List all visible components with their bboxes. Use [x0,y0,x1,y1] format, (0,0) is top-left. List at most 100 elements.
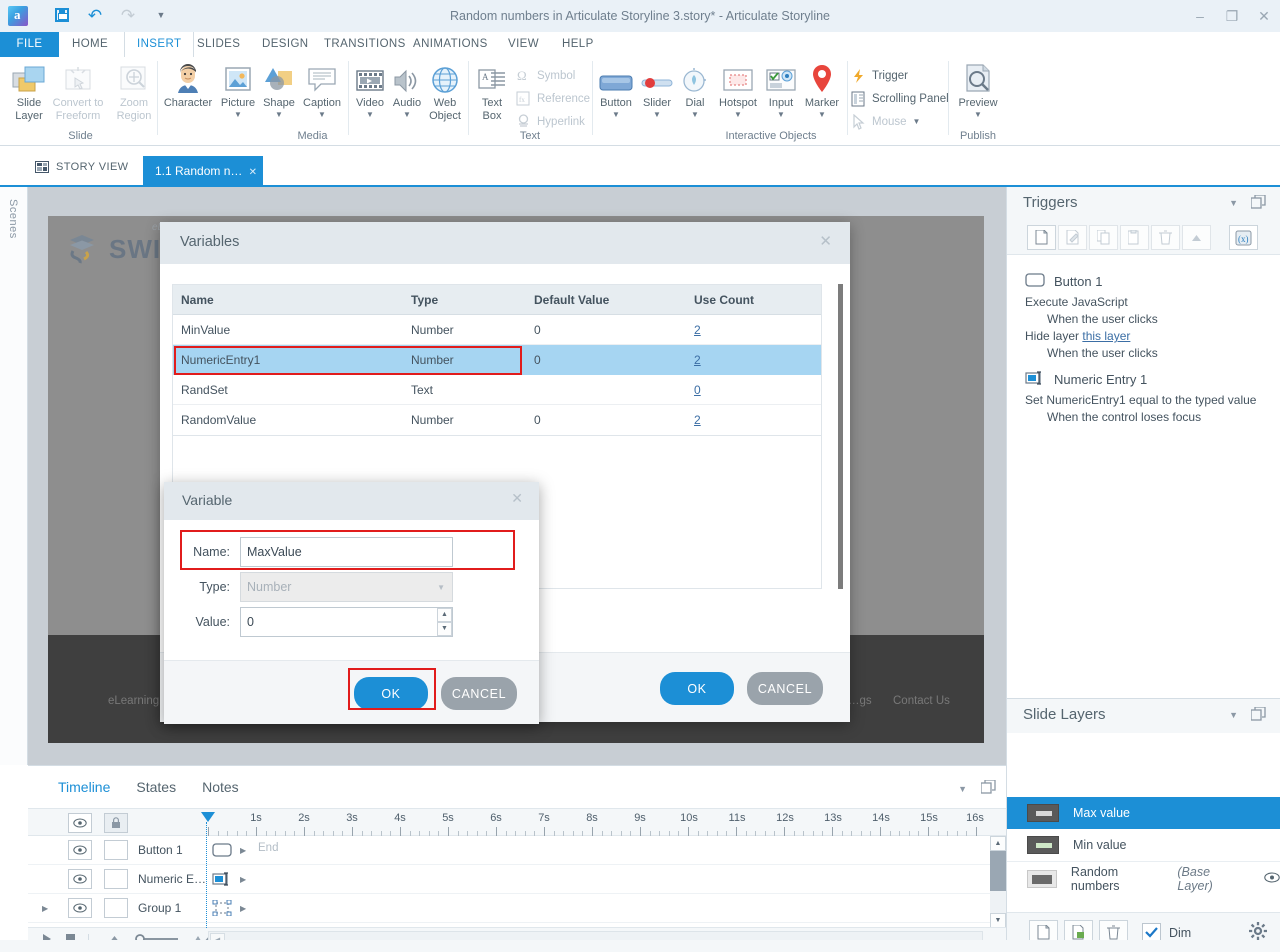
panel-collapse-icon[interactable]: ▼ [1229,710,1238,720]
column-header-use-count[interactable]: Use Count [686,293,821,307]
trigger-layer-link[interactable]: this layer [1082,329,1130,343]
trigger-button[interactable]: Trigger [851,65,908,86]
timeline-vertical-scrollbar[interactable]: ▲ ▼ [990,836,1006,928]
panel-collapse-icon[interactable]: ▼ [958,784,967,794]
trigger-action[interactable]: Hide layer this layer [1025,328,1280,345]
trigger-action[interactable]: Execute JavaScript [1025,294,1280,311]
story-view-tab[interactable]: STORY VIEW [35,156,128,177]
show-hide-all-icon[interactable] [68,813,92,833]
scrollbar-thumb[interactable] [990,851,1006,891]
caption-button[interactable]: Caption ▼ [299,62,345,119]
variables-icon[interactable]: (x) [1229,225,1258,250]
marker-button[interactable]: Marker ▼ [800,62,844,119]
eye-icon[interactable] [68,840,92,860]
video-button[interactable]: Video ▼ [350,62,390,119]
slider-caret-icon[interactable]: ▼ [636,111,678,119]
audio-button[interactable]: Audio ▼ [387,62,427,119]
shape-button[interactable]: Shape ▼ [257,62,301,119]
eye-icon[interactable] [1264,872,1280,886]
slide-layer-button[interactable]: Slide Layer [3,62,55,122]
panel-collapse-icon[interactable]: ▼ [1229,198,1238,208]
dial-caret-icon[interactable]: ▼ [676,111,714,119]
zoom-region-button[interactable]: Zoom Region [108,62,160,122]
mouse-button[interactable]: Mouse ▼ [851,111,920,132]
variable-type-select[interactable] [240,572,453,602]
cell-use-count[interactable]: 2 [686,353,821,367]
minimize-button[interactable]: – [1192,8,1208,24]
layer-row-base[interactable]: Random numbers (Base Layer) [1007,861,1280,895]
variable-cancel-button[interactable]: CANCEL [441,677,517,710]
tab-home[interactable]: HOME [60,32,120,57]
tab-timeline[interactable]: Timeline [58,779,110,795]
edit-trigger-icon[interactable] [1058,225,1087,250]
symbol-button[interactable]: Ω Symbol [516,65,575,86]
paste-trigger-icon[interactable] [1120,225,1149,250]
audio-caret-icon[interactable]: ▼ [387,111,427,119]
stepper-down-icon[interactable]: ▼ [437,622,452,636]
tab-insert[interactable]: INSERT [124,32,194,57]
hyperlink-button[interactable]: Hyperlink [516,111,585,132]
column-header-default-value[interactable]: Default Value [526,293,686,307]
timeline-ruler[interactable]: 1s 2s 3s 4s 5s 6s 7s 8s 9s 10s 11s 12s 1… [28,808,1006,836]
tab-slides[interactable]: SLIDES [185,32,252,57]
scenes-rail[interactable]: Scenes [0,187,28,765]
tab-help[interactable]: HELP [550,32,606,57]
column-header-name[interactable]: Name [173,293,403,307]
eye-icon[interactable] [68,898,92,918]
input-button[interactable]: Input ▼ [761,62,801,119]
table-row[interactable]: RandSet Text 0 [173,375,821,405]
slide-tab-close-icon[interactable]: ✕ [249,158,257,188]
panel-undock-icon[interactable] [981,780,996,797]
close-button[interactable]: ✕ [1256,8,1272,25]
tab-view[interactable]: VIEW [496,32,551,57]
lock-all-icon[interactable] [104,813,128,833]
scroll-up-icon[interactable]: ▲ [990,836,1006,851]
mouse-caret-icon[interactable]: ▼ [913,118,921,126]
slider-button[interactable]: Slider ▼ [636,62,678,119]
layer-row-max-value[interactable]: Max value [1007,797,1280,829]
table-row[interactable]: NumericEntry1 Number 0 2 [173,345,821,375]
new-trigger-icon[interactable] [1027,225,1056,250]
character-button[interactable]: Character [160,62,216,110]
preview-caret-icon[interactable]: ▼ [950,111,1006,119]
variable-name-input[interactable] [240,537,453,567]
preview-button[interactable]: Preview ▼ [950,62,1006,119]
cell-use-count[interactable]: 0 [686,383,821,397]
trigger-action[interactable]: Set NumericEntry1 equal to the typed val… [1025,392,1280,409]
reference-button[interactable]: fx Reference [516,88,590,109]
caption-caret-icon[interactable]: ▼ [299,111,345,119]
slide-tab-active[interactable]: 1.1 Random n… ✕ [143,156,263,186]
cell-use-count[interactable]: 2 [686,413,821,427]
timeline-row-numeric-entry[interactable]: Numeric E… ▶ [28,865,1006,894]
picture-button[interactable]: Picture ▼ [215,62,261,119]
timeline-row-group1[interactable]: ▶ Group 1 ▶ [28,894,1006,923]
button-button[interactable]: Button ▼ [595,62,637,119]
column-header-type[interactable]: Type [403,293,526,307]
scrolling-panel-button[interactable]: Scrolling Panel [851,88,949,109]
eye-icon[interactable] [68,869,92,889]
marker-caret-icon[interactable]: ▼ [800,111,844,119]
button-caret-icon[interactable]: ▼ [595,111,637,119]
delete-trigger-icon[interactable] [1151,225,1180,250]
playhead-handle-icon[interactable] [201,812,215,822]
lock-checkbox[interactable] [104,898,128,918]
convert-to-freeform-button[interactable]: Convert to Freeform [50,62,106,122]
timeline-row-expand-icon[interactable]: ▶ [240,875,246,884]
variable-ok-button[interactable]: OK [354,677,428,710]
scroll-down-icon[interactable]: ▼ [990,913,1006,928]
variables-cancel-button[interactable]: CANCEL [747,672,823,705]
hotspot-caret-icon[interactable]: ▼ [714,111,762,119]
tab-file[interactable]: FILE [0,32,59,57]
variable-dialog-close-icon[interactable]: ✕ [511,490,523,507]
chevron-down-icon[interactable]: ▼ [437,583,445,592]
variables-dialog-close-icon[interactable]: ✕ [819,232,832,250]
variables-table-scrollbar[interactable] [838,284,843,589]
move-up-icon[interactable] [1182,225,1211,250]
stepper-up-icon[interactable]: ▲ [437,608,452,622]
timeline-row-expand-icon[interactable]: ▶ [240,846,246,855]
layer-row-min-value[interactable]: Min value [1007,829,1280,861]
timeline-row-expand-icon[interactable]: ▶ [240,904,246,913]
tab-states[interactable]: States [136,779,176,795]
lock-checkbox[interactable] [104,840,128,860]
panel-undock-icon[interactable] [1251,707,1266,724]
